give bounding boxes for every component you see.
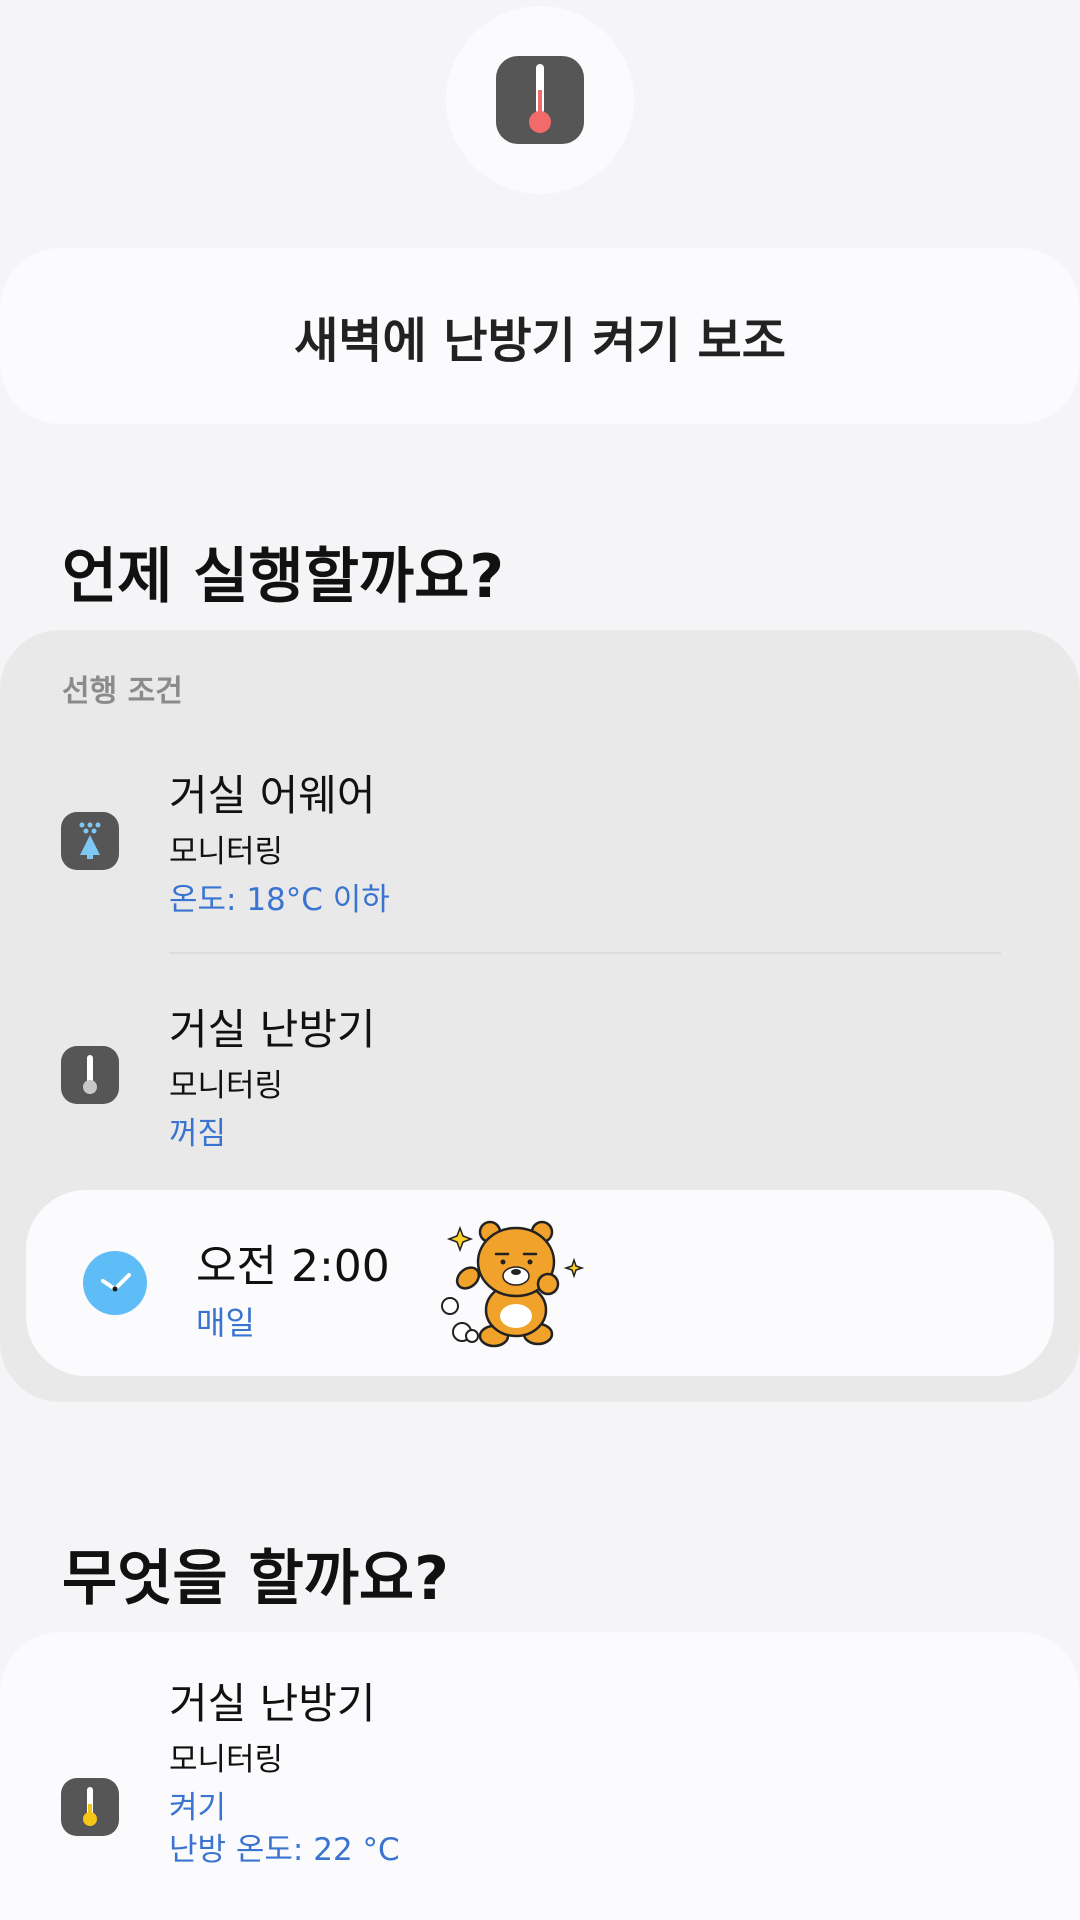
routine-name-card[interactable]: 새벽에 난방기 켜기 보조 (0, 248, 1080, 424)
time-trigger-card[interactable]: 오전 2:00 매일 (26, 1190, 1054, 1376)
action-value-temperature: 난방 온도: 22 °C (169, 1832, 400, 1868)
thermometer-icon (61, 1046, 119, 1104)
actions-card: 거실 난방기 모니터링 켜기 난방 온도: 22 °C (0, 1632, 1080, 1920)
condition-item-awair[interactable]: 거실 어웨어 모니터링 온도: 18°C 이하 (0, 750, 1080, 950)
what-section-title: 무엇을 할까요? (62, 1544, 449, 1614)
condition-type: 모니터링 (169, 1068, 284, 1104)
condition-value: 온도: 18°C 이하 (169, 882, 390, 918)
condition-device-name: 거실 난방기 (169, 1005, 376, 1054)
action-value: 켜기 (169, 1790, 227, 1826)
trigger-repeat: 매일 (196, 1304, 255, 1342)
routine-name: 새벽에 난방기 켜기 보조 (294, 313, 786, 369)
action-device-name: 거실 난방기 (169, 1679, 376, 1728)
clock-icon (83, 1251, 147, 1315)
condition-item-heater[interactable]: 거실 난방기 모니터링 꺼짐 (0, 984, 1080, 1184)
condition-device-name: 거실 어웨어 (169, 771, 376, 820)
routine-device-icon-wrap (446, 6, 634, 194)
conditions-card: 선행 조건 거실 어웨어 모니터링 온도: 18°C 이하 거실 난방기 모니터… (0, 630, 1080, 1402)
action-type: 모니터링 (169, 1742, 284, 1778)
condition-value: 꺼짐 (169, 1116, 227, 1152)
trigger-time: 오전 2:00 (196, 1241, 390, 1292)
action-item-heater[interactable]: 거실 난방기 모니터링 켜기 난방 온도: 22 °C (0, 1670, 1080, 1910)
condition-type: 모니터링 (169, 834, 284, 870)
when-section-title: 언제 실행할까요? (62, 542, 505, 612)
divider (169, 952, 1001, 954)
bear-sticker-icon (438, 1220, 588, 1352)
thermometer-icon (61, 1778, 119, 1836)
air-purifier-icon (61, 812, 119, 870)
thermometer-icon (496, 56, 584, 144)
precondition-label: 선행 조건 (62, 674, 183, 709)
